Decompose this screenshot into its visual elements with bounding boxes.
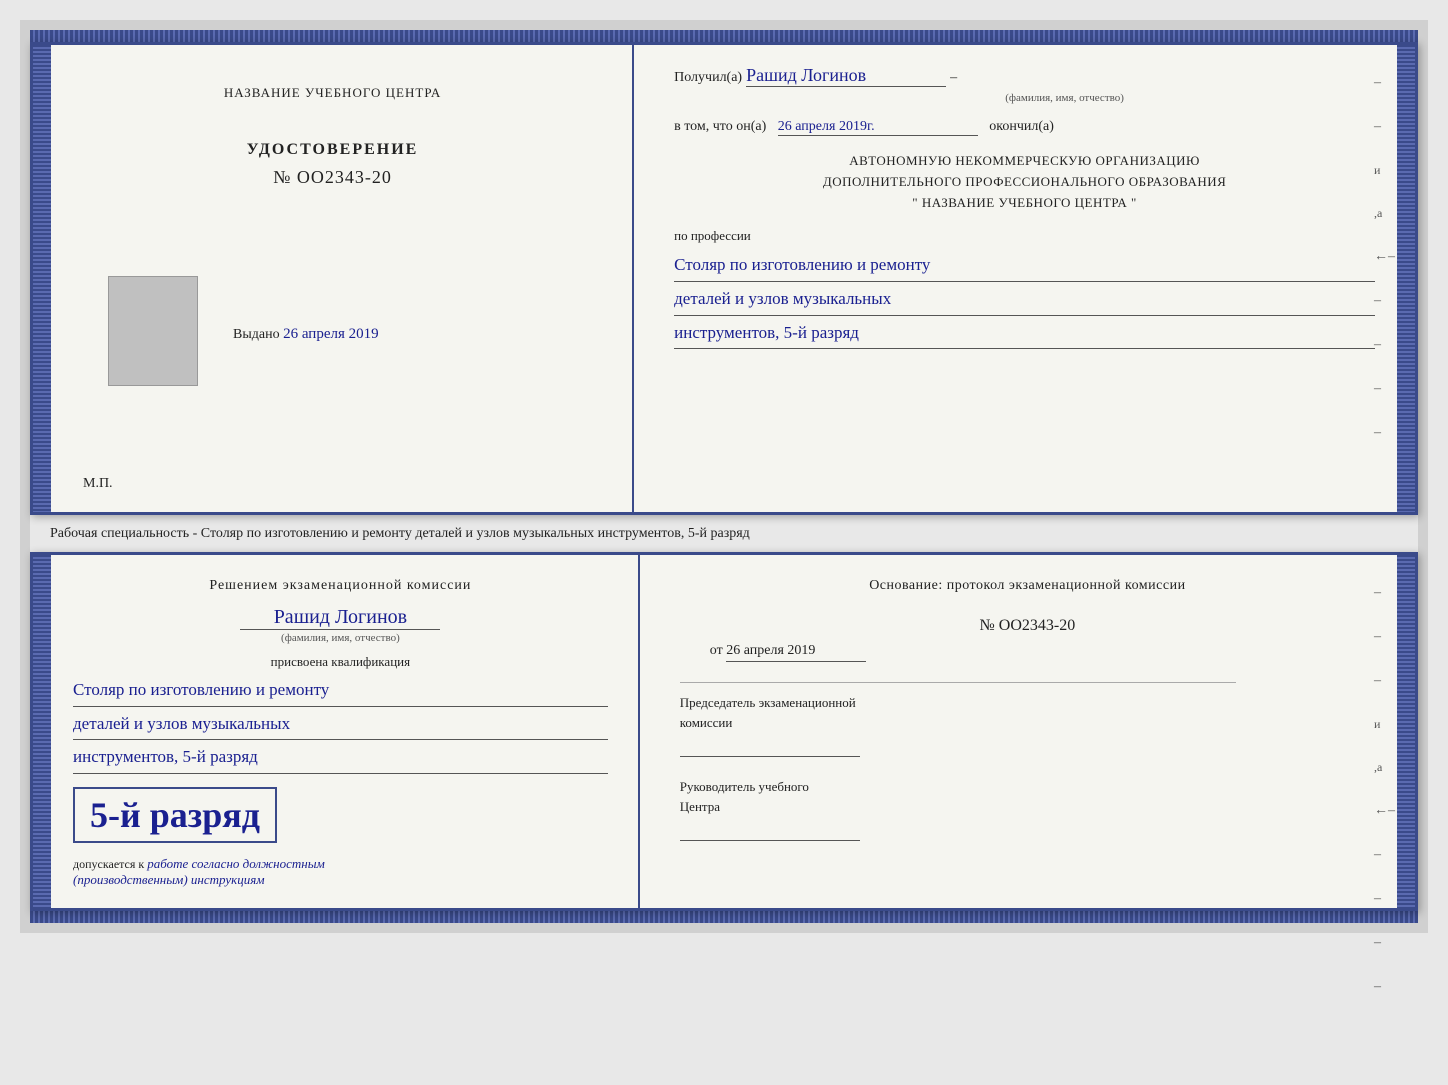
- cert-number: № OO2343-20: [63, 167, 602, 188]
- org-line1: АВТОНОМНУЮ НЕКОММЕРЧЕСКУЮ ОРГАНИЗАЦИЮ: [674, 151, 1375, 172]
- protocol-date: от 26 апреля 2019: [710, 643, 1375, 662]
- org-line2: ДОПОЛНИТЕЛЬНОГО ПРОФЕССИОНАЛЬНОГО ОБРАЗО…: [674, 172, 1375, 193]
- head-block: Руководитель учебного Центра: [680, 777, 1375, 841]
- date-label: в том, что он(а): [674, 119, 766, 134]
- right-side-marks-bottom: – – – и ,а ←– – – – –: [1374, 585, 1395, 995]
- qual-line2: деталей и узлов музыкальных: [73, 709, 608, 741]
- допускается-line: допускается к работе согласно должностны…: [73, 856, 608, 888]
- profession-line1: Столяр по изготовлению и ремонту: [674, 250, 1375, 282]
- received-label: Получил(а): [674, 70, 742, 86]
- protocol-date-value: 26 апреля 2019: [726, 643, 866, 662]
- spec-text-between: Рабочая специальность - Столяр по изгото…: [30, 515, 1418, 552]
- issued-date-value: 26 апреля 2019: [283, 326, 379, 342]
- top-right-page: – – и ,а ←– – – – – Получил(а) Рашид Лог…: [634, 45, 1415, 512]
- chairman-block: Председатель экзаменационной комиссии: [680, 693, 1375, 757]
- profession-line3: инструментов, 5-й разряд: [674, 318, 1375, 350]
- qual-line3: инструментов, 5-й разряд: [73, 742, 608, 774]
- qualification-label: присвоена квалификация: [73, 654, 608, 670]
- org-info: АВТОНОМНУЮ НЕКОММЕРЧЕСКУЮ ОРГАНИЗАЦИЮ ДО…: [674, 151, 1375, 213]
- head-sign-line: [680, 821, 860, 841]
- bottom-recipient-name: Рашид Логинов: [240, 606, 440, 630]
- cert-main-label: УДОСТОВЕРЕНИЕ: [63, 141, 602, 159]
- page-wrapper: НАЗВАНИЕ УЧЕБНОГО ЦЕНТРА УДОСТОВЕРЕНИЕ №…: [20, 20, 1428, 933]
- decision-title: Решением экзаменационной комиссии: [73, 575, 608, 596]
- recipient-line: Получил(а) Рашид Логинов –: [674, 65, 1375, 87]
- recipient-name: Рашид Логинов: [746, 65, 946, 87]
- profession-line2: деталей и узлов музыкальных: [674, 284, 1375, 316]
- top-left-page: НАЗВАНИЕ УЧЕБНОГО ЦЕНТРА УДОСТОВЕРЕНИЕ №…: [33, 45, 634, 512]
- bottom-border-stripe: [30, 911, 1418, 923]
- grade-highlight-box: 5-й разряд: [73, 787, 277, 843]
- finished-label: окончил(а): [989, 119, 1054, 134]
- org-line3: " НАЗВАНИЕ УЧЕБНОГО ЦЕНТРА ": [674, 193, 1375, 214]
- issued-line: Выдано 26 апреля 2019: [233, 326, 602, 343]
- spec-text-content: Рабочая специальность - Столяр по изгото…: [50, 526, 750, 541]
- top-border-stripe: [30, 30, 1418, 42]
- bottom-right-page: – – – и ,а ←– – – – – Основание: протоко…: [640, 555, 1415, 908]
- protocol-number: № OO2343-20: [680, 617, 1375, 635]
- name-caption-top: (фамилия, имя, отчество): [754, 92, 1375, 104]
- profession-block: Столяр по изготовлению и ремонту деталей…: [674, 250, 1375, 349]
- work-type2: (производственным) инструкциям: [73, 872, 265, 887]
- cert-book-top: НАЗВАНИЕ УЧЕБНОГО ЦЕНТРА УДОСТОВЕРЕНИЕ №…: [30, 42, 1418, 515]
- date-value: 26 апреля 2019г.: [778, 119, 978, 136]
- basis-title: Основание: протокол экзаменационной коми…: [680, 575, 1375, 597]
- work-type: работе согласно должностным: [147, 856, 325, 871]
- head-title-line1: Руководитель учебного: [680, 777, 1375, 797]
- top-left-title: НАЗВАНИЕ УЧЕБНОГО ЦЕНТРА: [63, 85, 602, 101]
- profession-label: по профессии: [674, 228, 1375, 244]
- qualification-block: Столяр по изготовлению и ремонту деталей…: [73, 675, 608, 774]
- photo-placeholder: [108, 276, 198, 386]
- cert-book-bottom: Решением экзаменационной комиссии Рашид …: [30, 552, 1418, 911]
- date-section: в том, что он(а) 26 апреля 2019г. окончи…: [674, 119, 1375, 136]
- bottom-name-caption: (фамилия, имя, отчество): [73, 632, 608, 644]
- right-side-marks: – – и ,а ←– – – – –: [1374, 75, 1395, 441]
- chairman-title-line2: комиссии: [680, 713, 1375, 733]
- chairman-sign-line: [680, 737, 860, 757]
- grade-label: 5-й разряд: [90, 794, 260, 836]
- bottom-left-page: Решением экзаменационной комиссии Рашид …: [33, 555, 640, 908]
- qual-line1: Столяр по изготовлению и ремонту: [73, 675, 608, 707]
- mp-line: М.П.: [83, 476, 602, 492]
- head-title-line2: Центра: [680, 797, 1375, 817]
- chairman-title-line1: Председатель экзаменационной: [680, 693, 1375, 713]
